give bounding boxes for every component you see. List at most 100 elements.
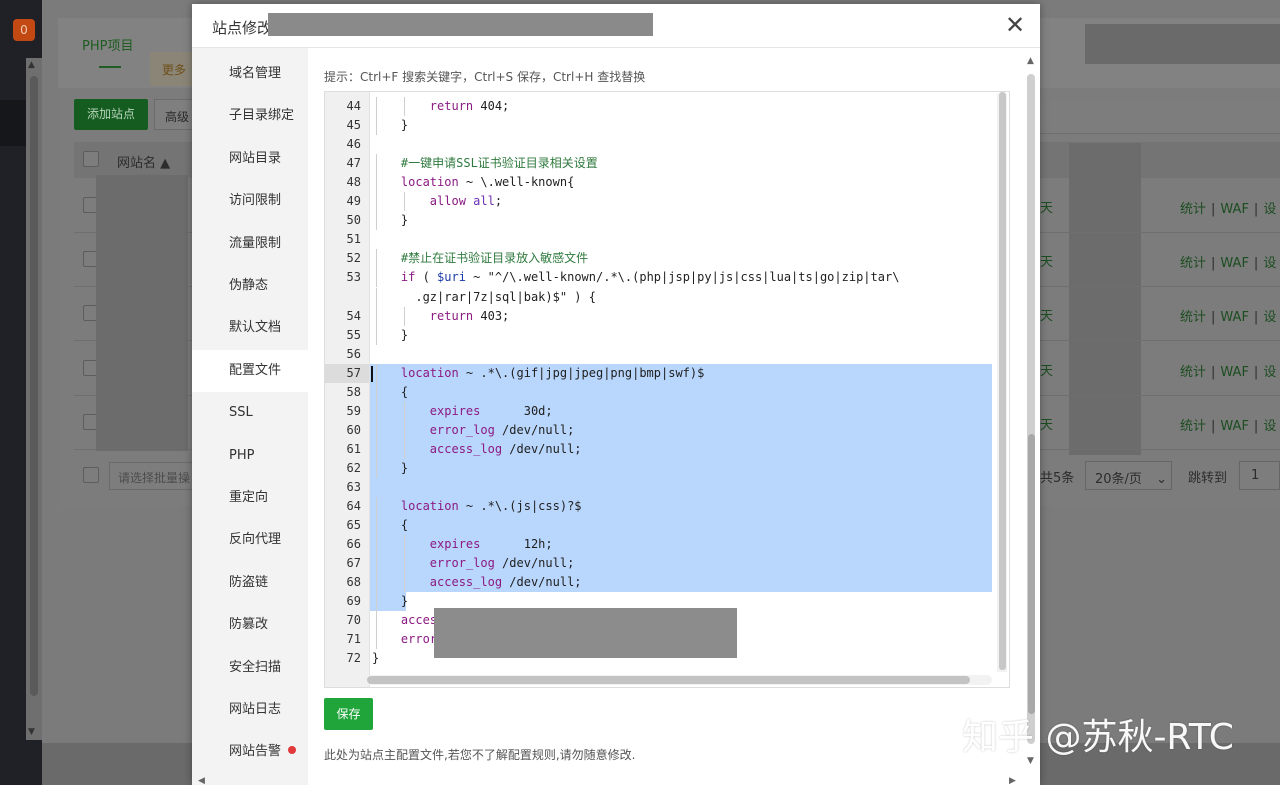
sidebar-item-label: 配置文件 — [229, 362, 282, 378]
add-site-button[interactable]: 添加站点 — [74, 99, 148, 130]
line-number: 48 — [346, 175, 361, 190]
stats-link[interactable]: 统计 — [1180, 419, 1206, 434]
sidebar-item-9[interactable]: PHP — [192, 435, 308, 477]
sidebar-item-1[interactable]: 子目录绑定 — [192, 95, 308, 137]
code-line: location ~ .*\.(gif|jpg|jpeg|png|bmp|swf… — [400, 365, 705, 380]
settings-link[interactable]: 设 — [1263, 256, 1276, 271]
line-number: 67 — [346, 556, 361, 571]
sidebar-item-2[interactable]: 网站目录 — [192, 138, 308, 180]
jump-page-input[interactable]: 1 — [1239, 461, 1280, 490]
scroll-up-icon[interactable]: ▲ — [28, 60, 35, 70]
save-button[interactable]: 保存 — [324, 698, 373, 730]
code-line: { — [372, 384, 409, 399]
scroll-up-icon[interactable]: ▲ — [1027, 56, 1034, 66]
batch-operation-select[interactable]: 请选择批量操 — [109, 462, 197, 490]
code-line: access_log /dev/null; — [429, 575, 582, 590]
sidebar-item-16[interactable]: 网站告警 — [192, 731, 308, 773]
line-number: 45 — [346, 118, 361, 133]
scroll-left-icon[interactable]: ◀ — [198, 776, 205, 785]
waf-link[interactable]: WAF — [1220, 256, 1249, 271]
code-line: } — [372, 118, 409, 133]
page-size-select[interactable]: 20条/页 ⌄ — [1085, 461, 1172, 490]
settings-link[interactable]: 设 — [1263, 310, 1276, 325]
line-number: 54 — [346, 308, 361, 323]
config-file-panel: 提示：Ctrl+F 搜索关键字，Ctrl+S 保存，Ctrl+H 查找替换 44… — [308, 48, 1040, 785]
row-actions: 统计 | WAF | 设 — [1180, 202, 1277, 217]
indent-guide — [375, 116, 377, 136]
column-site-name[interactable]: 网站名 ▲ — [117, 152, 170, 171]
code-line: } — [372, 594, 409, 609]
tab-php-project[interactable]: PHP项目 — [82, 35, 133, 54]
batch-checkbox[interactable] — [83, 467, 99, 483]
redacted-area — [1085, 24, 1280, 64]
sidebar-item-6[interactable]: 默认文档 — [192, 307, 308, 349]
waf-link[interactable]: WAF — [1220, 419, 1249, 434]
line-number: 68 — [346, 575, 361, 590]
sidebar-item-10[interactable]: 重定向 — [192, 477, 308, 519]
stats-link[interactable]: 统计 — [1180, 365, 1206, 380]
stats-link[interactable]: 统计 — [1180, 202, 1206, 217]
dialog-scrollbar-thumb[interactable] — [1028, 434, 1035, 714]
waf-link[interactable]: WAF — [1220, 365, 1249, 380]
code-content[interactable]: return 404; } #一键申请SSL证书验证目录相关设置 locatio… — [370, 92, 993, 675]
more-tab[interactable]: 更多 — [150, 52, 192, 86]
sidebar-item-label: SSL — [229, 405, 253, 421]
advanced-button[interactable]: 高级 — [154, 99, 194, 130]
notification-badge[interactable]: 0 — [13, 19, 35, 41]
settings-link[interactable]: 设 — [1263, 365, 1276, 380]
dialog-title: 站点修改 — [212, 19, 273, 37]
sidebar-item-5[interactable]: 伪静态 — [192, 265, 308, 307]
sidebar-active-item — [0, 100, 26, 146]
sidebar-item-8[interactable]: SSL — [192, 392, 308, 434]
indent-guide — [375, 554, 377, 574]
sidebar-item-0[interactable]: 域名管理 — [192, 53, 308, 95]
editor-vertical-scrollbar-thumb[interactable] — [999, 92, 1006, 670]
sidebar-item-label: 默认文档 — [229, 320, 282, 336]
stats-link[interactable]: 统计 — [1180, 256, 1206, 271]
line-number: 64 — [346, 499, 361, 514]
indent-guide — [375, 573, 377, 593]
code-editor[interactable]: 44 45 46 47 48 49 50 51 52 53 54 55 56 57 58 59 60 61 62 63… — [324, 91, 1010, 688]
indent-guide — [404, 401, 406, 421]
alert-dot-icon — [288, 746, 297, 755]
indent-guide — [375, 363, 377, 383]
sidebar-item-3[interactable]: 访问限制 — [192, 180, 308, 222]
indent-guide — [375, 173, 377, 193]
search-bar — [1040, 100, 1280, 134]
redacted-log-path — [434, 608, 737, 658]
redacted-column — [1069, 143, 1141, 455]
line-number: 65 — [346, 518, 361, 533]
code-line: access_log /dev/null; — [429, 441, 582, 456]
waf-link[interactable]: WAF — [1220, 202, 1249, 217]
editor-horizontal-scrollbar-thumb[interactable] — [367, 676, 970, 684]
sidebar-item-label: 防盗链 — [229, 574, 269, 590]
sidebar-item-7[interactable]: 配置文件 — [192, 349, 308, 392]
sidebar-item-11[interactable]: 反向代理 — [192, 519, 308, 561]
sidebar-item-13[interactable]: 防篡改 — [192, 604, 308, 646]
line-number: 49 — [346, 194, 361, 209]
line-number — [325, 288, 361, 307]
line-number-gutter: 44 45 46 47 48 49 50 51 52 53 54 55 56 57 58 59 60 61 62 63… — [325, 92, 370, 687]
indent-guide — [404, 192, 406, 212]
sidebar-item-15[interactable]: 网站日志 — [192, 689, 308, 731]
line-number: 52 — [346, 251, 361, 266]
row-divider — [1040, 449, 1280, 450]
sidebar-item-label: 域名管理 — [229, 66, 282, 81]
scroll-right-icon[interactable]: ▶ — [1009, 776, 1016, 785]
page-scrollbar-thumb[interactable] — [30, 76, 38, 696]
row-actions: 统计 | WAF | 设 — [1180, 310, 1277, 325]
stats-link[interactable]: 统计 — [1180, 310, 1206, 325]
close-icon[interactable]: ✕ — [1004, 13, 1026, 37]
settings-link[interactable]: 设 — [1263, 202, 1276, 217]
sidebar-item-4[interactable]: 流量限制 — [192, 223, 308, 265]
line-number: 44 — [346, 99, 361, 113]
line-number: 60 — [346, 422, 361, 437]
sidebar-item-14[interactable]: 安全扫描 — [192, 647, 308, 689]
scroll-down-icon[interactable]: ▼ — [28, 727, 35, 737]
page-size-value: 20条/页 — [1095, 472, 1142, 487]
sidebar-item-12[interactable]: 防盗链 — [192, 562, 308, 604]
select-all-checkbox[interactable] — [83, 151, 99, 167]
indent-guide — [375, 630, 377, 650]
settings-link[interactable]: 设 — [1263, 419, 1276, 434]
waf-link[interactable]: WAF — [1220, 310, 1249, 325]
